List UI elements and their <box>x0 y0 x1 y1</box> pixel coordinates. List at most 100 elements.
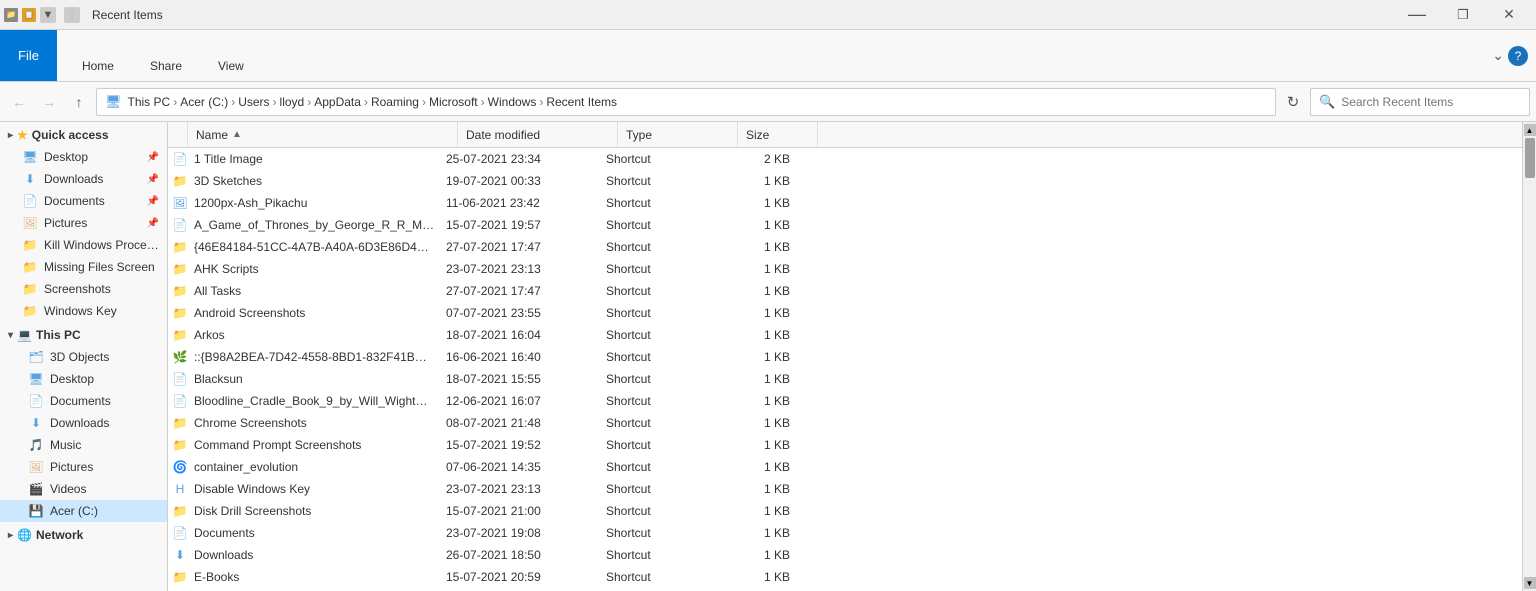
forward-button[interactable]: → <box>36 89 62 115</box>
table-row[interactable]: 📄 Documents 23-07-2021 19:08 Shortcut 1 … <box>168 522 1522 544</box>
file-size: 1 KB <box>718 218 798 232</box>
desktop-icon: 🖥 <box>22 149 38 165</box>
sidebar-item-downloads-pc[interactable]: ⬇ Downloads <box>0 412 167 434</box>
breadcrumb-windows[interactable]: Windows <box>488 95 537 109</box>
sidebar-item-videos[interactable]: 🎬 Videos <box>0 478 167 500</box>
file-date: 08-07-2021 21:48 <box>438 416 598 430</box>
folder-icon: 📁 <box>22 237 38 253</box>
minimize-button[interactable]: — <box>1394 0 1440 30</box>
sidebar-item-label: Videos <box>50 482 86 496</box>
sidebar-item-acer-drive[interactable]: 💾 Acer (C:) <box>0 500 167 522</box>
vertical-scrollbar[interactable]: ▲ ▼ <box>1522 122 1536 591</box>
scrollbar-thumb[interactable] <box>1525 138 1535 178</box>
table-row[interactable]: ⬇ Downloads 26-07-2021 18:50 Shortcut 1 … <box>168 544 1522 566</box>
sidebar-item-missing-files[interactable]: 📁 Missing Files Screen <box>0 256 167 278</box>
breadcrumb-acer[interactable]: Acer (C:) <box>180 95 228 109</box>
col-header-size[interactable]: Size <box>738 122 818 147</box>
refresh-button[interactable]: ↻ <box>1280 89 1306 115</box>
sidebar-item-desktop-pc[interactable]: 🖥 Desktop <box>0 368 167 390</box>
table-row[interactable]: 🌀 container_evolution 07-06-2021 14:35 S… <box>168 456 1522 478</box>
sidebar-item-documents-quick[interactable]: 📄 Documents 📌 <box>0 190 167 212</box>
table-row[interactable]: 📁 Command Prompt Screenshots 15-07-2021 … <box>168 434 1522 456</box>
search-box[interactable]: 🔍 <box>1310 88 1530 116</box>
col-name-label: Name <box>196 128 228 142</box>
file-name: Arkos <box>194 328 438 342</box>
column-headers: Name ▲ Date modified Type Size <box>168 122 1522 148</box>
table-row[interactable]: 📁 All Tasks 27-07-2021 17:47 Shortcut 1 … <box>168 280 1522 302</box>
table-row[interactable]: 🌿 ::{B98A2BEA-7D42-4558-8BD1-832F41B… 16… <box>168 346 1522 368</box>
file-size: 1 KB <box>718 196 798 210</box>
sidebar-item-desktop-quick[interactable]: 🖥 Desktop 📌 <box>0 146 167 168</box>
table-row[interactable]: 📁 AHK Scripts 23-07-2021 23:13 Shortcut … <box>168 258 1522 280</box>
file-menu-button[interactable]: File <box>0 30 57 81</box>
breadcrumb-roaming[interactable]: Roaming <box>371 95 419 109</box>
pin-icon: 📌 <box>147 152 159 163</box>
table-row[interactable]: 📁 Chrome Screenshots 08-07-2021 21:48 Sh… <box>168 412 1522 434</box>
window-controls: — ❐ ✕ <box>1394 0 1532 30</box>
drive-icon: 💾 <box>28 503 44 519</box>
col-header-name[interactable]: Name ▲ <box>188 122 458 147</box>
ribbon: File Home Share View ⌄ ? <box>0 30 1536 82</box>
sidebar-item-screenshots[interactable]: 📁 Screenshots <box>0 278 167 300</box>
sidebar-item-pictures-pc[interactable]: 🖼 Pictures <box>0 456 167 478</box>
file-size: 1 KB <box>718 174 798 188</box>
file-type-icon: 🌀 <box>172 459 188 475</box>
file-list: 📄 1 Title Image 25-07-2021 23:34 Shortcu… <box>168 148 1522 591</box>
chevron-down-icon[interactable]: ⌄ <box>1492 47 1504 64</box>
table-row[interactable]: 📁 E-Books 15-07-2021 20:59 Shortcut 1 KB <box>168 566 1522 588</box>
maximize-button[interactable]: ❐ <box>1440 0 1486 30</box>
file-type-icon: 📁 <box>172 415 188 431</box>
file-date: 15-07-2021 19:52 <box>438 438 598 452</box>
file-date: 23-07-2021 23:13 <box>438 482 598 496</box>
tab-share[interactable]: Share <box>133 50 199 81</box>
table-row[interactable]: H Disable Windows Key 23-07-2021 23:13 S… <box>168 478 1522 500</box>
up-button[interactable]: ↑ <box>66 89 92 115</box>
back-button[interactable]: ← <box>6 89 32 115</box>
table-row[interactable]: 📄 A_Game_of_Thrones_by_George_R_R_Mar… 1… <box>168 214 1522 236</box>
breadcrumb-appdata[interactable]: AppData <box>314 95 361 109</box>
table-row[interactable]: 📄 1 Title Image 25-07-2021 23:34 Shortcu… <box>168 148 1522 170</box>
file-type: Shortcut <box>598 306 718 320</box>
table-row[interactable]: 📁 Android Screenshots 07-07-2021 23:55 S… <box>168 302 1522 324</box>
sidebar-item-downloads-quick[interactable]: ⬇ Downloads 📌 <box>0 168 167 190</box>
sidebar-item-label: Screenshots <box>44 282 111 296</box>
col-header-type[interactable]: Type <box>618 122 738 147</box>
sidebar-item-label: Pictures <box>50 460 93 474</box>
breadcrumb-users[interactable]: Users <box>238 95 269 109</box>
sidebar-item-kill-windows[interactable]: 📁 Kill Windows Proce… <box>0 234 167 256</box>
app-icon-small2: 📋 <box>22 8 36 22</box>
table-row[interactable]: 📁 {46E84184-51CC-4A7B-A40A-6D3E86D4… 27-… <box>168 236 1522 258</box>
sidebar-item-windows-key[interactable]: 📁 Windows Key <box>0 300 167 322</box>
sidebar-item-music[interactable]: 🎵 Music <box>0 434 167 456</box>
network-header[interactable]: ▸ 🌐 Network <box>0 522 167 546</box>
this-pc-header[interactable]: ▾ 💻 This PC <box>0 322 167 346</box>
table-row[interactable]: 📁 Arkos 18-07-2021 16:04 Shortcut 1 KB <box>168 324 1522 346</box>
table-row[interactable]: 📁 Disk Drill Screenshots 15-07-2021 21:0… <box>168 500 1522 522</box>
sidebar-item-pictures-quick[interactable]: 🖼 Pictures 📌 <box>0 212 167 234</box>
table-row[interactable]: 📄 Bloodline_Cradle_Book_9_by_Will_Wight…… <box>168 390 1522 412</box>
table-row[interactable]: 📁 3D Sketches 19-07-2021 00:33 Shortcut … <box>168 170 1522 192</box>
col-date-label: Date modified <box>466 128 540 142</box>
close-button[interactable]: ✕ <box>1486 0 1532 30</box>
breadcrumb-microsoft[interactable]: Microsoft <box>429 95 478 109</box>
file-date: 15-07-2021 20:59 <box>438 570 598 584</box>
address-path[interactable]: 🖥 This PC › Acer (C:) › Users › lloyd › … <box>96 88 1276 116</box>
tab-home[interactable]: Home <box>65 50 131 81</box>
file-type: Shortcut <box>598 570 718 584</box>
file-name: 1 Title Image <box>194 152 438 166</box>
app-icon-group: 📁 📋 ▼ | <box>4 7 84 23</box>
tab-view[interactable]: View <box>201 50 261 81</box>
search-input[interactable] <box>1341 95 1521 109</box>
breadcrumb-recentitems[interactable]: Recent Items <box>546 95 617 109</box>
table-row[interactable]: 🖼 1200px-Ash_Pikachu 11-06-2021 23:42 Sh… <box>168 192 1522 214</box>
sidebar-item-documents-pc[interactable]: 📄 Documents <box>0 390 167 412</box>
table-row[interactable]: 📄 Blacksun 18-07-2021 15:55 Shortcut 1 K… <box>168 368 1522 390</box>
breadcrumb-thispc[interactable]: This PC <box>128 95 171 109</box>
quick-access-header[interactable]: ▸ ★ Quick access <box>0 122 167 146</box>
breadcrumb-lloyd[interactable]: lloyd <box>280 95 305 109</box>
help-icon[interactable]: ? <box>1508 46 1528 66</box>
file-name: Downloads <box>194 548 438 562</box>
sidebar-item-3dobjects[interactable]: 🗂 3D Objects <box>0 346 167 368</box>
file-date: 18-07-2021 16:04 <box>438 328 598 342</box>
col-header-date[interactable]: Date modified <box>458 122 618 147</box>
